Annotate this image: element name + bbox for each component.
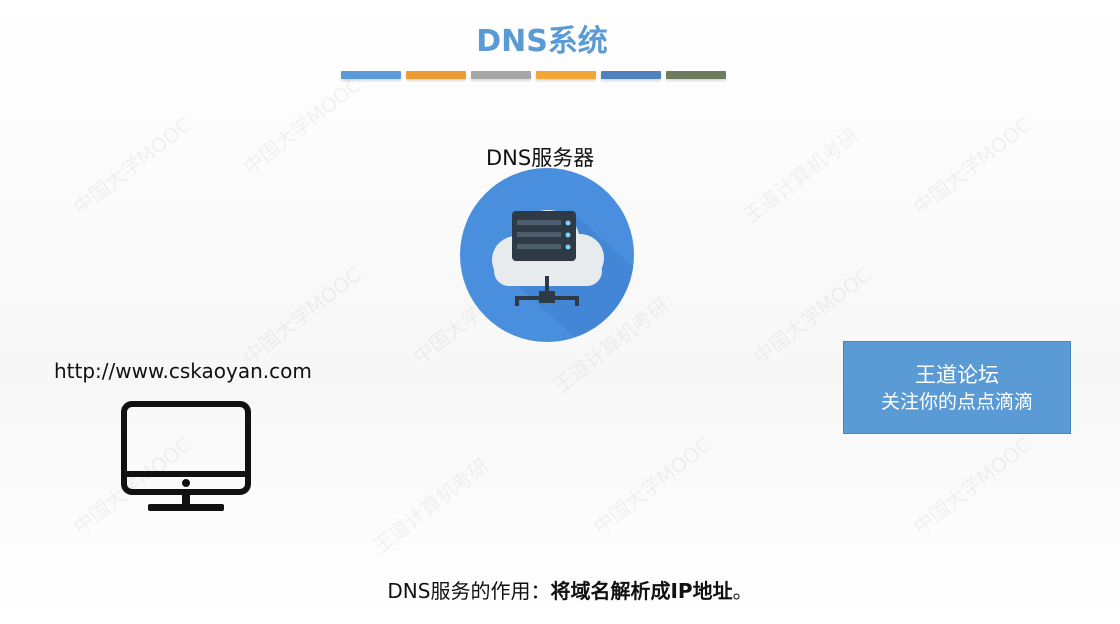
watermark-mooc: 中国大学MOOC [908, 432, 1036, 540]
client-url: http://www.cskaoyan.com [54, 359, 312, 383]
bar-segment [601, 71, 661, 79]
watermark-mooc: 中国大学MOOC [238, 72, 366, 180]
watermark-mooc: 中国大学MOOC [68, 112, 196, 220]
dns-server-icon [460, 168, 634, 342]
watermark-mooc: 中国大学MOOC [238, 262, 366, 370]
bar-segment [536, 71, 596, 79]
bar-segment [471, 71, 531, 79]
bar-segment [341, 71, 401, 79]
caption-prefix: DNS服务的作用： [387, 579, 551, 603]
watermark-mooc: 中国大学MOOC [908, 112, 1036, 220]
watermark-wd: 王道计算机考研 [368, 453, 494, 559]
dns-function-caption: DNS服务的作用：将域名解析成IP地址。 [0, 575, 1120, 604]
forum-slogan: 关注你的点点滴滴 [880, 390, 1033, 413]
wangdao-forum-box: 王道论坛 关注你的点点滴滴 [843, 341, 1071, 434]
bar-segment [406, 71, 466, 79]
watermark-mooc: 中国大学MOOC [588, 432, 716, 540]
forum-title: 王道论坛 [915, 362, 999, 387]
slide-title: DNS系统 [476, 24, 608, 59]
title-underline-bar [341, 71, 726, 81]
bar-segment [666, 71, 726, 79]
caption-suffix: 。 [732, 579, 753, 603]
watermark-wd: 王道计算机考研 [738, 123, 864, 229]
caption-emphasis: 将域名解析成IP地址 [550, 579, 733, 603]
computer-monitor-icon [120, 400, 252, 516]
